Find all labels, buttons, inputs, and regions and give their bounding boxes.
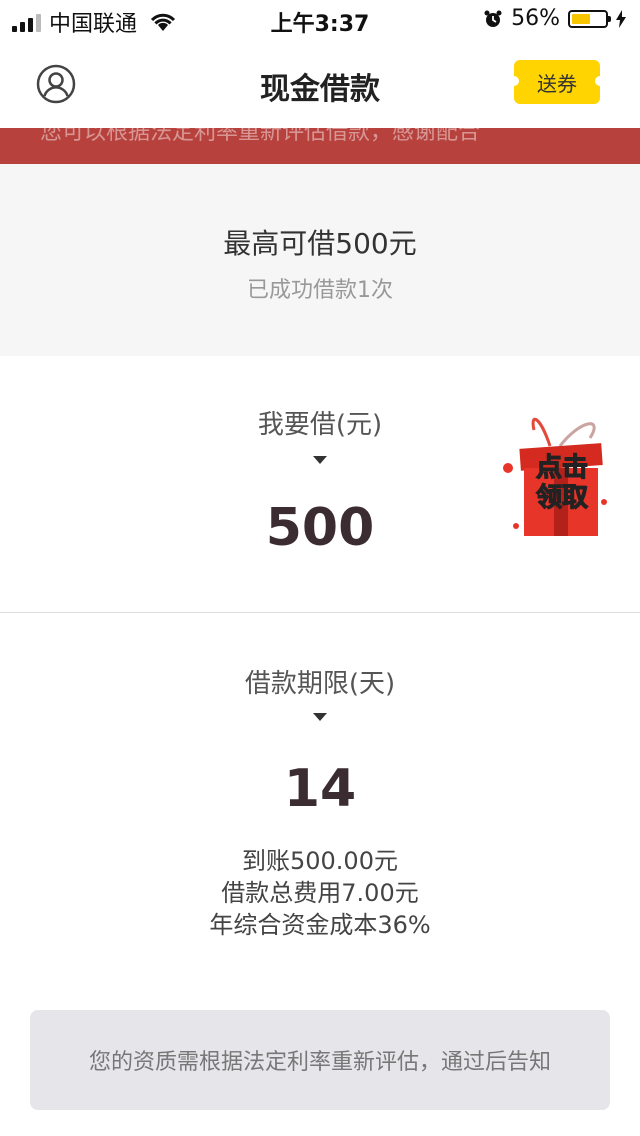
total-fee: 借款总费用7.00元 <box>221 879 419 907</box>
loan-count-subtitle: 已成功借款1次 <box>247 278 393 303</box>
coupon-button[interactable]: 送券 <box>509 60 605 104</box>
charging-icon <box>616 9 626 28</box>
battery-icon <box>568 9 611 28</box>
nav-bar: 现金借款 送券 <box>0 40 640 128</box>
notice-text: 您可以根据法定利率重新评估借款，感谢配合 <box>40 128 481 145</box>
loan-term-label: 借款期限(天) <box>244 669 396 699</box>
battery-percent: 56% <box>511 6 560 31</box>
status-right: 56% <box>483 6 626 31</box>
gift-box-button[interactable]: 点击 领取 <box>500 406 612 542</box>
coupon-label: 送券 <box>537 71 577 96</box>
arrival-amount: 到账500.00元 <box>242 847 398 875</box>
credit-limit-title: 最高可借500元 <box>223 227 417 260</box>
credit-limit-panel: 最高可借500元 已成功借款1次 <box>0 164 640 356</box>
gift-box-icon: 点击 领取 <box>503 417 607 536</box>
reassess-button[interactable]: 您的资质需根据法定利率重新评估，通过后告知 <box>30 1010 610 1110</box>
alarm-icon <box>483 9 503 29</box>
battery-fill <box>572 13 590 24</box>
loan-term-value[interactable]: 14 <box>0 759 640 819</box>
status-bar: 中国联通 上午3:37 56% <box>0 0 640 40</box>
gift-text-line1: 点击 <box>536 452 588 483</box>
loan-term-section: 借款期限(天) 14 到账500.00元 借款总费用7.00元 年综合资金成本3… <box>0 613 640 993</box>
loan-amount-section: 我要借(元) 500 点击 领取 <box>0 356 640 612</box>
annual-cost-rate: 年综合资金成本36% <box>209 911 431 939</box>
amount-dropdown-caret-icon[interactable] <box>313 456 327 464</box>
term-dropdown-caret-icon[interactable] <box>313 713 327 721</box>
gift-text-line2: 领取 <box>536 482 588 513</box>
notice-banner: 您可以根据法定利率重新评估借款，感谢配合 <box>0 128 640 164</box>
